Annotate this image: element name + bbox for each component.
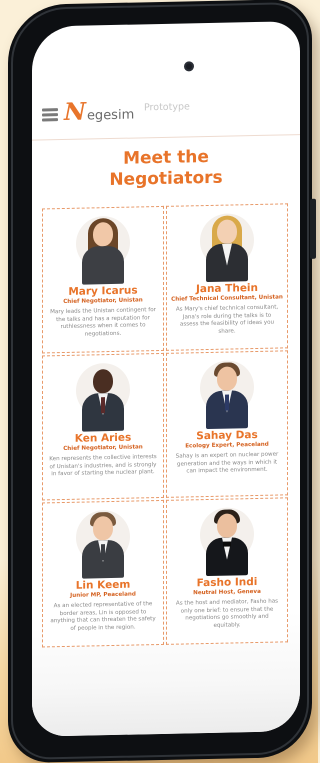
phone-frame: Negesim Prototype Meet the Negotiators M… — [8, 0, 316, 763]
front-camera-icon — [184, 61, 194, 72]
avatar — [74, 506, 132, 579]
logo-wordmark: egesim — [86, 107, 135, 124]
negotiator-bio: As the host and mediator, Fasho has only… — [175, 598, 279, 629]
phone-screen: Negesim Prototype Meet the Negotiators M… — [32, 21, 300, 737]
logo-initial: N — [64, 96, 86, 127]
negotiator-bio: Sahay is an expert on nuclear power gene… — [175, 451, 279, 475]
negotiator-bio: Mary leads the Unistan contingent for th… — [50, 307, 156, 338]
avatar — [198, 356, 256, 430]
power-button — [310, 198, 316, 259]
avatar — [74, 212, 132, 285]
negotiator-bio: As Mary's chief technical consultant, Ja… — [175, 304, 279, 335]
avatar — [198, 503, 256, 577]
negotiator-grid: Mary Icarus Chief Negotiator, Unistan Ma… — [42, 203, 288, 648]
page-title-line2: Negotiators — [109, 167, 223, 191]
negotiator-bio: As an elected representative of the bord… — [50, 601, 156, 632]
avatar — [198, 209, 256, 283]
negotiator-card[interactable]: Jana Thein Chief Technical Consultant, U… — [166, 203, 288, 351]
negotiator-card[interactable]: Ken Aries Chief Negotiator, Unistan Ken … — [42, 352, 164, 501]
negotiator-card[interactable]: Mary Icarus Chief Negotiator, Unistan Ma… — [42, 205, 164, 354]
avatar — [74, 359, 132, 432]
negotiator-bio: Ken represents the collective interests … — [49, 454, 157, 478]
brand-logo[interactable]: Negesim — [64, 96, 135, 127]
negotiator-card[interactable]: Sahay Das Ecology Expert, Peaceland Saha… — [166, 350, 288, 498]
nav-link-prototype[interactable]: Prototype — [144, 101, 190, 113]
negotiator-card[interactable]: Lin Keem Junior MP, Peaceland As an elec… — [42, 499, 164, 648]
negotiator-card[interactable]: Fasho Indi Neutral Host, Geneva As the h… — [166, 497, 288, 645]
page-title: Meet the Negotiators — [32, 145, 300, 193]
hamburger-menu-icon[interactable] — [42, 108, 58, 121]
top-nav: Negesim Prototype — [32, 71, 300, 141]
